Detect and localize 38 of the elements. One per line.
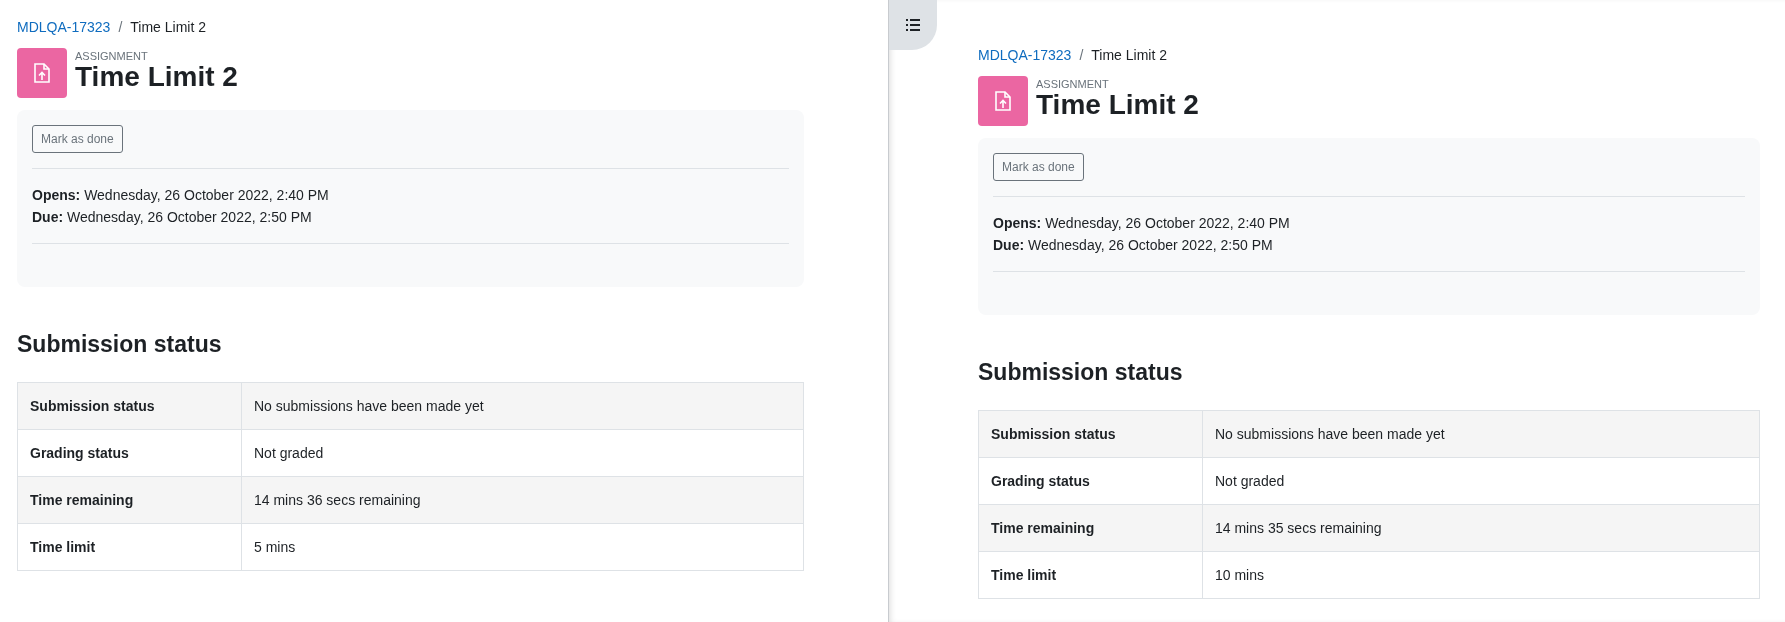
breadcrumb-link[interactable]: MDLQA-17323 <box>17 19 111 35</box>
mark-as-done-button[interactable]: Mark as done <box>32 125 123 153</box>
breadcrumb-link[interactable]: MDLQA-17323 <box>978 47 1072 63</box>
section-heading: Submission status <box>978 359 1184 386</box>
row-header-cell: Submission status <box>17 382 242 430</box>
drawer-toggle-button[interactable] <box>889 0 937 50</box>
activity-type-label: ASSIGNMENT <box>75 49 149 62</box>
date-line: Due: Wednesday, 26 October 2022, 2:50 PM <box>32 208 313 227</box>
table-cell: 14 mins 35 secs remaining <box>1202 504 1760 552</box>
date-line: Opens: Wednesday, 26 October 2022, 2:40 PM <box>993 214 1291 233</box>
breadcrumb-separator: / <box>1079 47 1084 63</box>
mark-as-done-button[interactable]: Mark as done <box>993 153 1084 181</box>
page-title: Time Limit 2 <box>1036 89 1199 121</box>
table-cell: 10 mins <box>1202 551 1760 599</box>
page-title: Time Limit 2 <box>75 61 238 93</box>
row-header-cell: Time limit <box>978 551 1203 599</box>
row-header-cell: Time remaining <box>17 476 242 524</box>
table-cell: 14 mins 36 secs remaining <box>241 476 804 524</box>
section-heading: Submission status <box>17 331 223 358</box>
table-cell: Not graded <box>1202 457 1760 505</box>
row-header-cell: Grading status <box>17 429 242 477</box>
row-header-cell: Time remaining <box>978 504 1203 552</box>
table-cell: No submissions have been made yet <box>241 382 804 430</box>
file-upload-icon <box>995 91 1011 111</box>
table-cell: Not graded <box>241 429 804 477</box>
row-header-cell: Time limit <box>17 523 242 571</box>
activity-type-label: ASSIGNMENT <box>1036 77 1110 90</box>
date-line: Opens: Wednesday, 26 October 2022, 2:40 PM <box>32 186 330 205</box>
file-upload-icon <box>34 63 50 83</box>
table-cell: 5 mins <box>241 523 804 571</box>
row-header-cell: Grading status <box>978 457 1203 505</box>
date-line: Due: Wednesday, 26 October 2022, 2:50 PM <box>993 236 1274 255</box>
table-cell: No submissions have been made yet <box>1202 410 1760 458</box>
row-header-cell: Submission status <box>978 410 1203 458</box>
breadcrumb-current: Time Limit 2 <box>130 19 206 35</box>
list-icon <box>906 19 920 31</box>
breadcrumb-current: Time Limit 2 <box>1091 47 1167 63</box>
breadcrumb-separator: / <box>118 19 123 35</box>
